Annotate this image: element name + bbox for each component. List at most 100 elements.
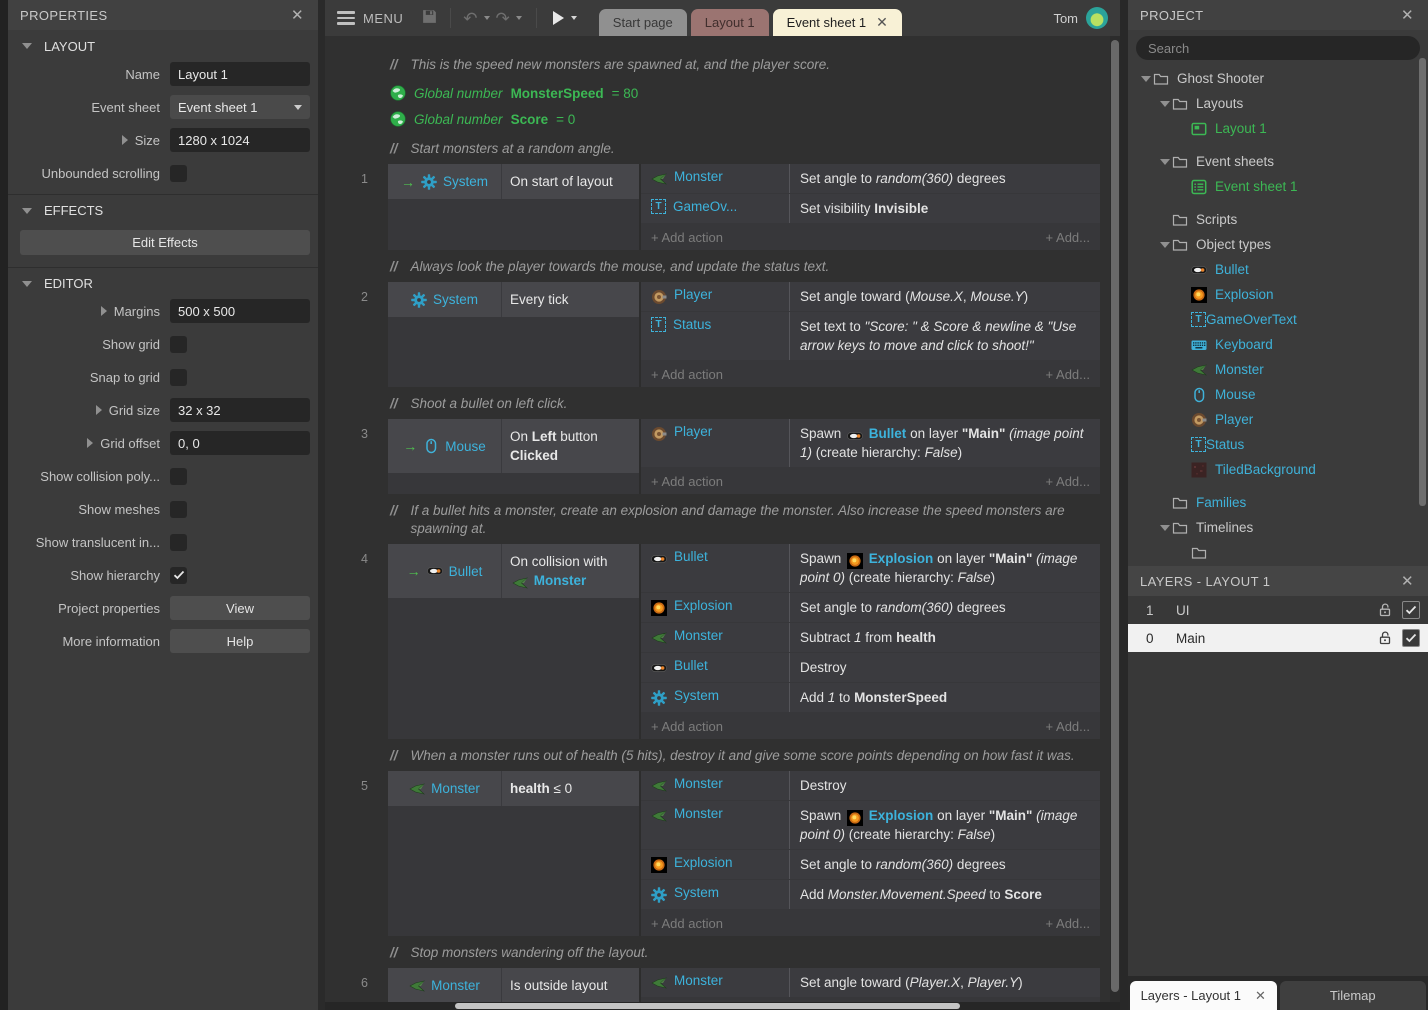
condition-row[interactable]: →BulletOn collision with Monster — [388, 544, 639, 598]
event-block[interactable]: MonsterIs outside layoutMonsterSet angle… — [388, 968, 1100, 1002]
action-object-cell[interactable]: Explosion — [641, 850, 789, 879]
vertical-scrollbar[interactable] — [1110, 36, 1120, 1002]
unbounded-scrolling-checkbox[interactable] — [170, 165, 187, 182]
action-row[interactable]: ExplosionSet angle to random(360) degree… — [641, 593, 1100, 623]
expander-icon[interactable] — [87, 438, 93, 448]
add-action-button[interactable]: + Add action — [651, 474, 723, 489]
show-grid-checkbox[interactable] — [170, 336, 187, 353]
condition-text[interactable]: health ≤ 0 — [502, 771, 639, 806]
horizontal-scrollbar[interactable] — [325, 1002, 1120, 1010]
condition-text[interactable]: On Left button Clicked — [502, 419, 639, 473]
condition-text[interactable]: On collision with Monster — [502, 544, 639, 598]
action-row[interactable]: SystemAdd 1 to MonsterSpeed — [641, 683, 1100, 713]
show-meshes-checkbox[interactable] — [170, 501, 187, 518]
lock-icon[interactable] — [1377, 630, 1393, 646]
project-scrollbar-thumb[interactable] — [1419, 58, 1426, 506]
action-text[interactable]: Spawn Explosion on layer "Main" (image p… — [789, 801, 1100, 849]
collapse-icon[interactable] — [1138, 76, 1153, 82]
tab-start-page[interactable]: Start page — [599, 9, 687, 36]
show-translucent-in-checkbox[interactable] — [170, 534, 187, 551]
tree-item-layouts[interactable]: Layouts — [1128, 91, 1428, 116]
add-button[interactable]: + Add... — [1046, 367, 1100, 382]
event-block[interactable]: →SystemOn start of layoutMonsterSet angl… — [388, 164, 1100, 250]
condition-object-cell[interactable]: System — [388, 282, 502, 317]
tree-item-keyboard[interactable]: Keyboard — [1128, 332, 1428, 357]
help-button[interactable]: Help — [170, 629, 310, 653]
horizontal-scrollbar-thumb[interactable] — [455, 1003, 960, 1009]
action-object-cell[interactable]: System — [641, 880, 789, 909]
tree-item-scripts[interactable]: Scripts — [1128, 207, 1428, 232]
menu-icon[interactable] — [337, 11, 355, 25]
action-text[interactable]: Set visibility Invisible — [789, 194, 1100, 223]
add-action-button[interactable]: + Add action — [651, 230, 723, 245]
collapse-icon[interactable] — [1157, 242, 1172, 248]
condition-text[interactable]: On start of layout — [502, 164, 639, 199]
action-text[interactable]: Set angle toward (Player.X, Player.Y) — [789, 968, 1100, 997]
tree-item-mouse[interactable]: Mouse — [1128, 382, 1428, 407]
condition-row[interactable]: MonsterIs outside layout — [388, 968, 639, 1002]
user-avatar[interactable] — [1086, 7, 1108, 29]
action-row[interactable]: PlayerSet angle toward (Mouse.X, Mouse.Y… — [641, 282, 1100, 312]
layer-row-main[interactable]: 0Main — [1128, 624, 1428, 652]
tree-item-explosion[interactable]: Explosion — [1128, 282, 1428, 307]
action-row[interactable]: PlayerSpawn Bullet on layer "Main" (imag… — [641, 419, 1100, 468]
tree-item-tiledbackground[interactable]: TiledBackground — [1128, 457, 1428, 482]
action-row[interactable]: MonsterDestroy — [641, 771, 1100, 801]
play-dropdown-icon[interactable] — [571, 16, 577, 20]
tab-layers-layout-1[interactable]: Layers - Layout 1✕ — [1130, 981, 1277, 1010]
close-icon[interactable]: ✕ — [1399, 6, 1416, 24]
action-text[interactable]: Set angle to random(360) degrees — [789, 850, 1100, 879]
global-variable[interactable]: Global numberScore= 0 — [390, 106, 1110, 132]
condition-object-cell[interactable]: Monster — [388, 968, 502, 1002]
action-text[interactable]: Subtract 1 from health — [789, 623, 1100, 652]
redo-dropdown-icon[interactable] — [516, 16, 522, 20]
view-button[interactable]: View — [170, 596, 310, 620]
add-action-button[interactable]: + Add action — [651, 367, 723, 382]
action-text[interactable]: Set angle to random(360) degrees — [789, 593, 1100, 622]
margins-input[interactable] — [170, 299, 310, 323]
close-icon[interactable]: ✕ — [876, 14, 888, 31]
action-object-cell[interactable]: Bullet — [641, 544, 789, 592]
action-object-cell[interactable]: TStatus — [641, 312, 789, 360]
size-input[interactable] — [170, 128, 310, 152]
event-block[interactable]: SystemEvery tickPlayerSet angle toward (… — [388, 282, 1100, 387]
add-button[interactable]: + Add... — [1046, 719, 1100, 734]
action-row[interactable]: MonsterSpawn Explosion on layer "Main" (… — [641, 801, 1100, 850]
action-object-cell[interactable]: Monster — [641, 801, 789, 849]
action-text[interactable]: Add Monster.Movement.Speed to Score — [789, 880, 1100, 909]
condition-row[interactable]: SystemEvery tick — [388, 282, 639, 317]
action-text[interactable]: Spawn Bullet on layer "Main" (image poin… — [789, 419, 1100, 467]
condition-row[interactable]: Monsterhealth ≤ 0 — [388, 771, 639, 806]
condition-row[interactable]: →MouseOn Left button Clicked — [388, 419, 639, 473]
snap-to-grid-checkbox[interactable] — [170, 369, 187, 386]
add-button[interactable]: + Add... — [1046, 230, 1100, 245]
action-row[interactable]: BulletSpawn Explosion on layer "Main" (i… — [641, 544, 1100, 593]
visibility-checkbox[interactable] — [1402, 629, 1420, 647]
section-header-effects[interactable]: EFFECTS — [8, 194, 318, 226]
action-text[interactable]: Destroy — [789, 771, 1100, 800]
tree-item-player[interactable]: Player — [1128, 407, 1428, 432]
visibility-checkbox[interactable] — [1402, 601, 1420, 619]
tab-event-sheet-1[interactable]: Event sheet 1✕ — [773, 9, 902, 36]
undo-dropdown-icon[interactable] — [484, 16, 490, 20]
action-object-cell[interactable]: TGameOv... — [641, 194, 789, 223]
redo-icon[interactable]: ↷ — [496, 10, 510, 27]
action-object-cell[interactable]: Monster — [641, 771, 789, 800]
add-button[interactable]: + Add... — [1046, 916, 1100, 931]
show-collision-poly-checkbox[interactable] — [170, 468, 187, 485]
action-object-cell[interactable]: Explosion — [641, 593, 789, 622]
action-object-cell[interactable]: Monster — [641, 968, 789, 997]
close-icon[interactable]: ✕ — [1255, 988, 1266, 1004]
tree-item-gameovertext[interactable]: TGameOverText — [1128, 307, 1428, 332]
close-icon[interactable]: ✕ — [1399, 572, 1416, 590]
condition-object-cell[interactable]: →System — [388, 164, 502, 199]
expander-icon[interactable] — [122, 135, 128, 145]
tree-item-partial[interactable] — [1128, 540, 1428, 565]
action-object-cell[interactable]: Bullet — [641, 653, 789, 682]
tree-item-status[interactable]: TStatus — [1128, 432, 1428, 457]
grid-offset-input[interactable] — [170, 431, 310, 455]
edit-effects-button[interactable]: Edit Effects — [20, 230, 310, 255]
event-sheet-select[interactable]: Event sheet 1 — [170, 95, 310, 119]
section-header-editor[interactable]: EDITOR — [8, 267, 318, 299]
condition-row[interactable]: →SystemOn start of layout — [388, 164, 639, 199]
